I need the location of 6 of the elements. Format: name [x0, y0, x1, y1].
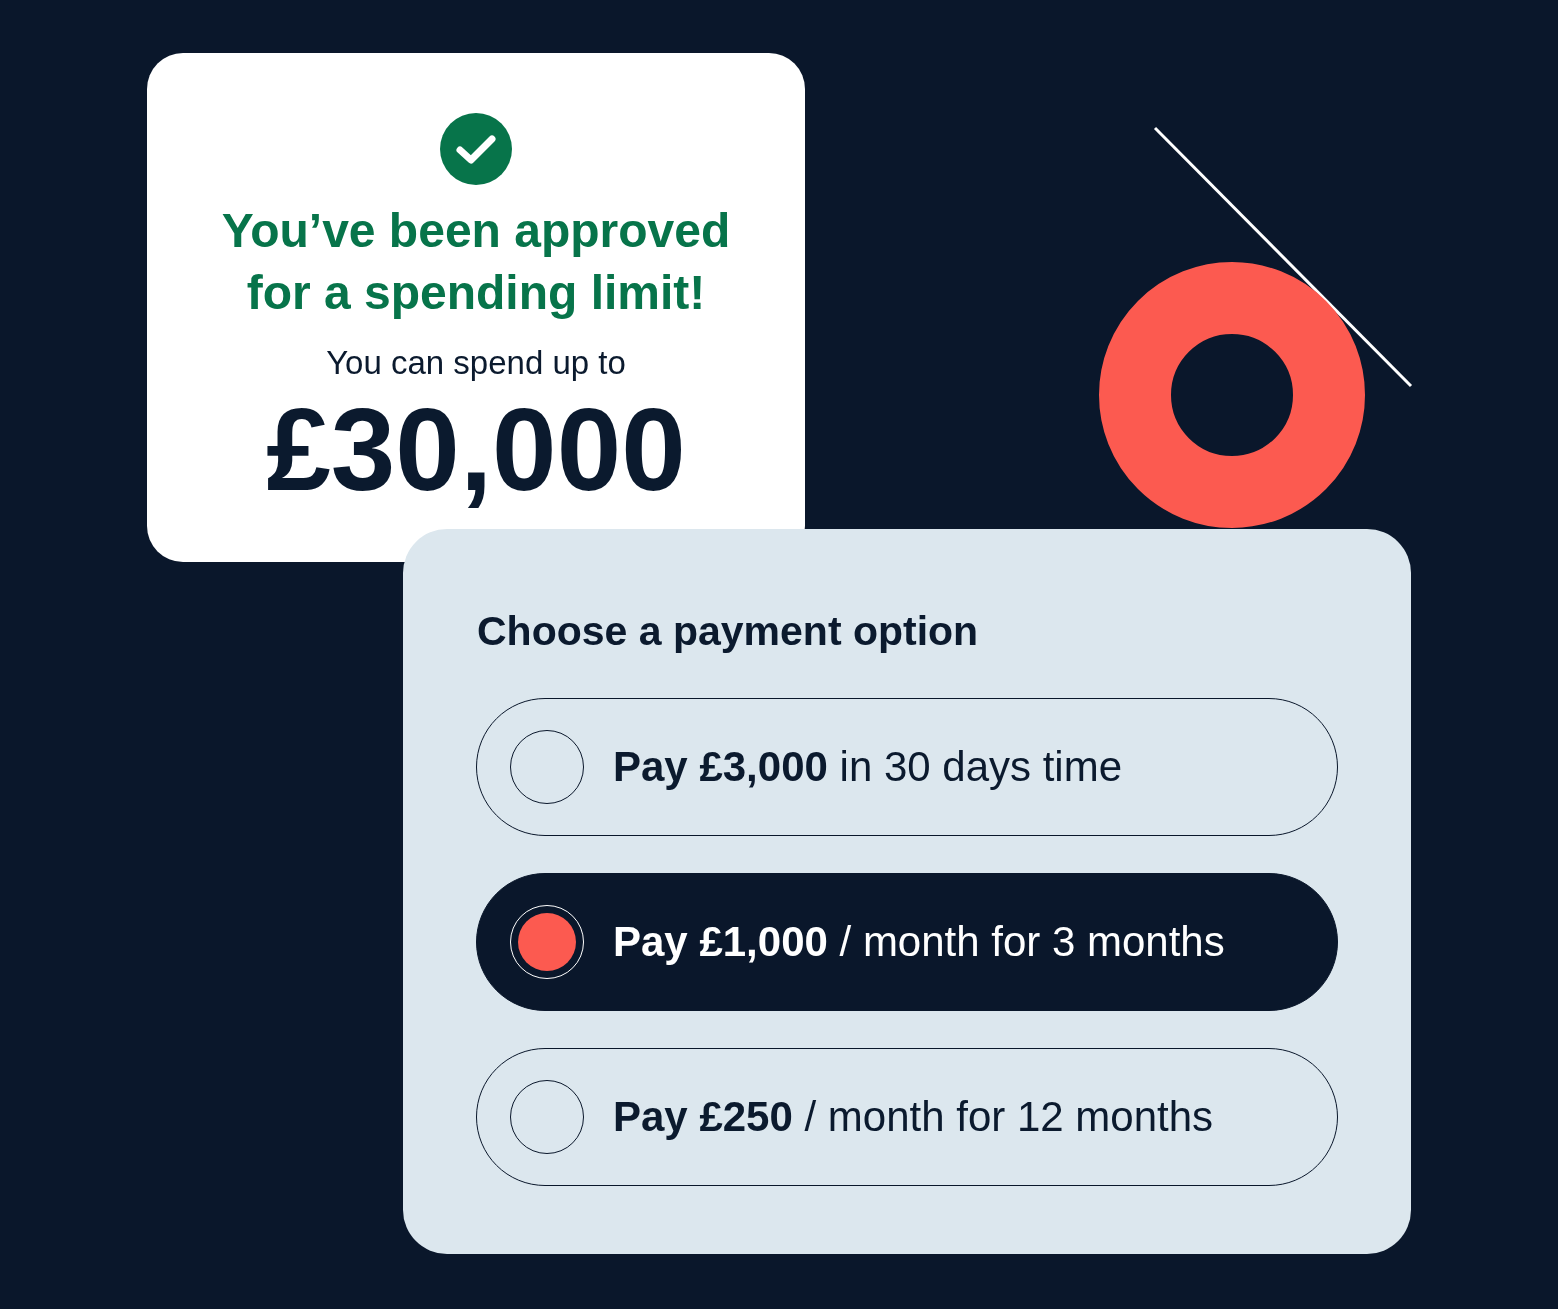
spend-limit-caption: You can spend up to — [326, 343, 626, 383]
approval-title: You’ve been approved for a spending limit! — [220, 203, 732, 321]
check-circle-icon — [440, 113, 512, 185]
spending-limit-amount: £30,000 — [266, 392, 686, 508]
payment-heading: Choose a payment option — [476, 607, 980, 656]
payment-option[interactable]: Pay £1,000 / month for 3 months — [476, 873, 1338, 1011]
